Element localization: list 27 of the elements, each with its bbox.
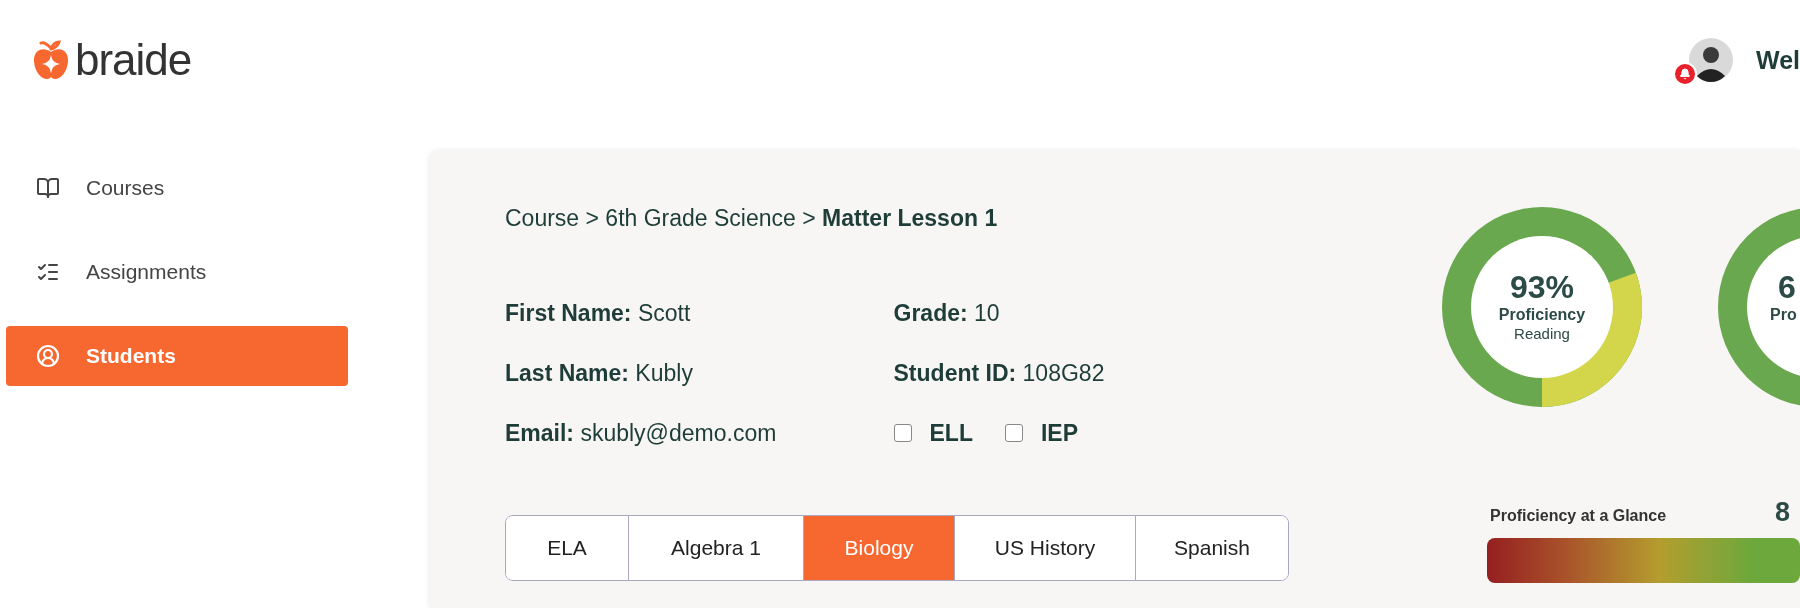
student-field: Last Name: Kubly — [505, 343, 894, 403]
checkbox-label: ELL — [929, 419, 973, 447]
brand-name: braide — [75, 35, 192, 85]
apple-logo-icon — [33, 40, 69, 80]
sidebar-item[interactable]: Assignments — [6, 242, 348, 302]
checkbox-label: IEP — [1041, 419, 1079, 447]
donut-title: Pro — [1770, 305, 1797, 325]
sidebar-item[interactable]: Courses — [6, 158, 348, 218]
welcome-text: Wel — [1756, 45, 1800, 76]
checkbox[interactable] — [1005, 424, 1023, 442]
book-icon — [36, 176, 60, 200]
proficiency-percent: 6 — [1778, 269, 1796, 305]
notification-bell-icon[interactable] — [1673, 62, 1697, 86]
breadcrumb: Course > 6th Grade Science > Matter Lesson 1 — [505, 204, 999, 233]
student-field: Grade: 10 — [893, 283, 1290, 343]
student-field: Student ID: 108G82 — [893, 343, 1290, 403]
donut-title: Proficiency — [1498, 305, 1586, 325]
student-field: Email: skubly@demo.com — [505, 403, 894, 463]
proficiency-percent: 93% — [1509, 269, 1574, 305]
donut-subtitle: Reading — [1514, 325, 1570, 343]
avatar[interactable] — [1689, 38, 1733, 82]
checkbox[interactable] — [893, 424, 912, 442]
glance-value: 8 — [1774, 497, 1790, 528]
student-field: First Name: Scott — [505, 283, 894, 343]
glance-label: Proficiency at a Glance — [1490, 507, 1667, 526]
user-circle-icon — [36, 344, 60, 368]
subject-tab[interactable]: Spanish — [1135, 516, 1288, 580]
